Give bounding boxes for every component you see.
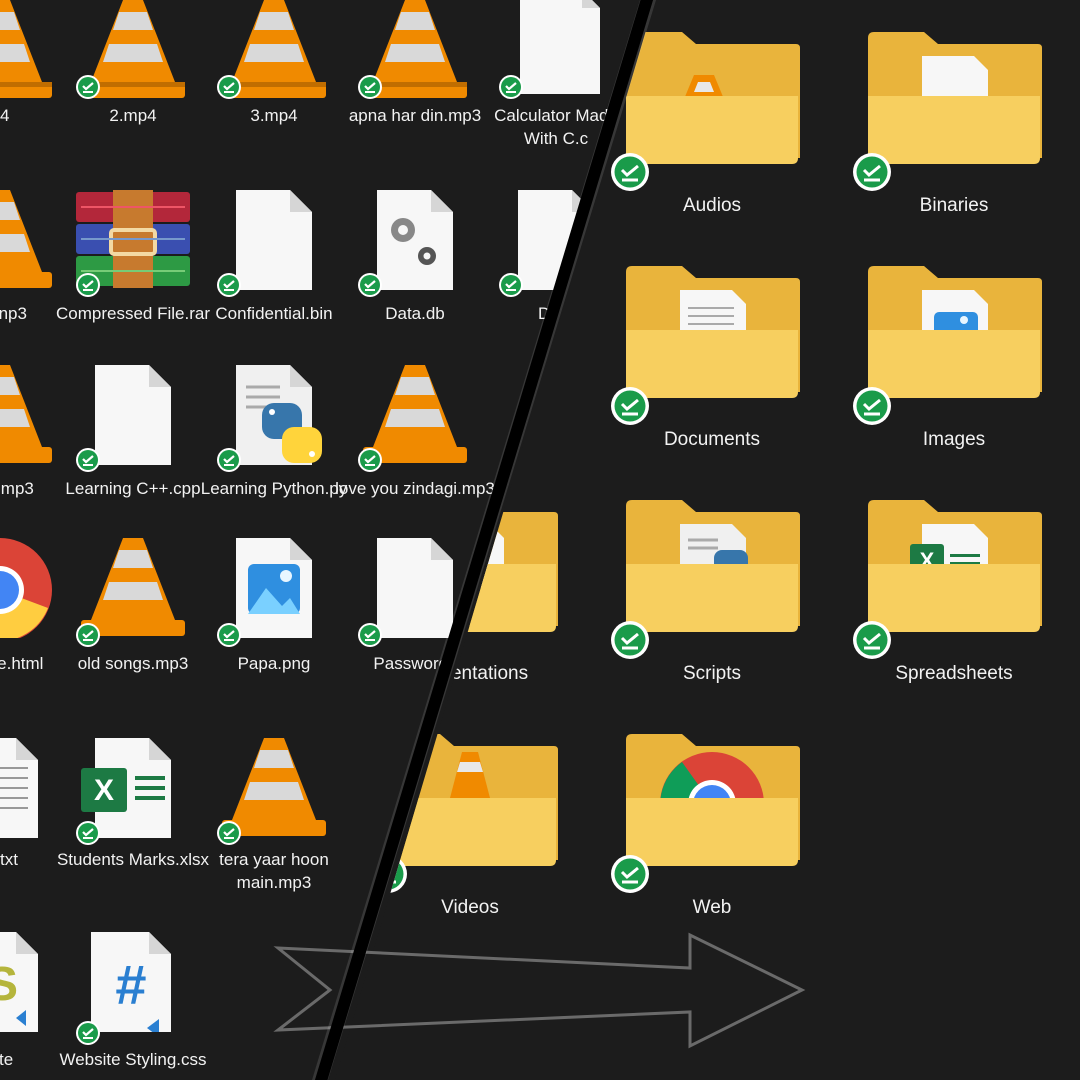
diagonal-divider — [312, 0, 656, 1080]
